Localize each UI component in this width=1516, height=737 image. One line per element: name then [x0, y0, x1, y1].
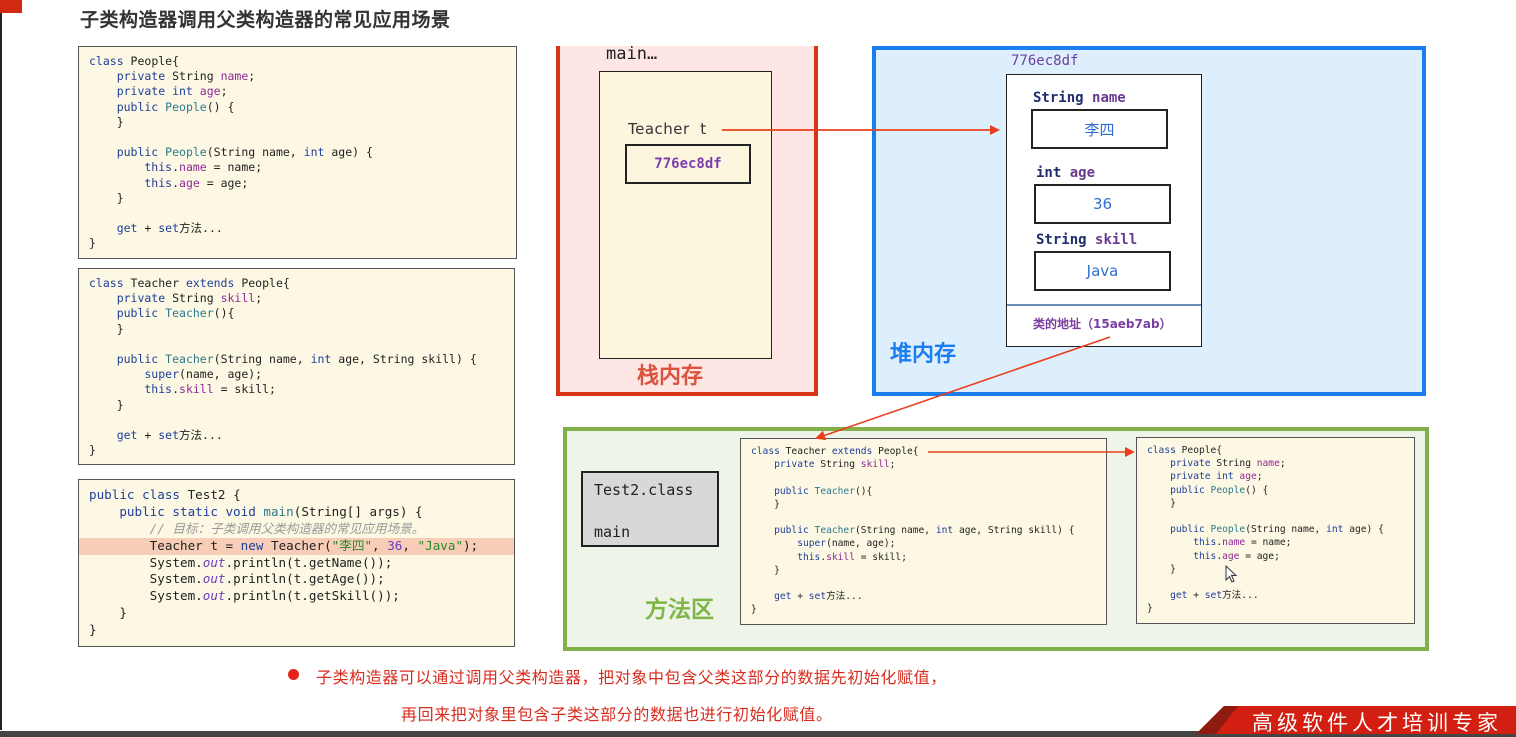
note-line-2: 再回来把对象里包含子类这部分的数据也进行初始化赋值。: [401, 705, 833, 724]
arrow-heap-to-class: [815, 336, 1111, 441]
mouse-cursor-icon: [1225, 565, 1238, 583]
reference-arrows: [722, 125, 1135, 457]
note-bullet-icon: [288, 669, 299, 680]
brand-slogan: 高级软件人才培训专家: [1252, 711, 1502, 735]
note-line-1: 子类构造器可以通过调用父类构造器，把对象中包含父类这部分的数据先初始化赋值，: [316, 668, 947, 687]
